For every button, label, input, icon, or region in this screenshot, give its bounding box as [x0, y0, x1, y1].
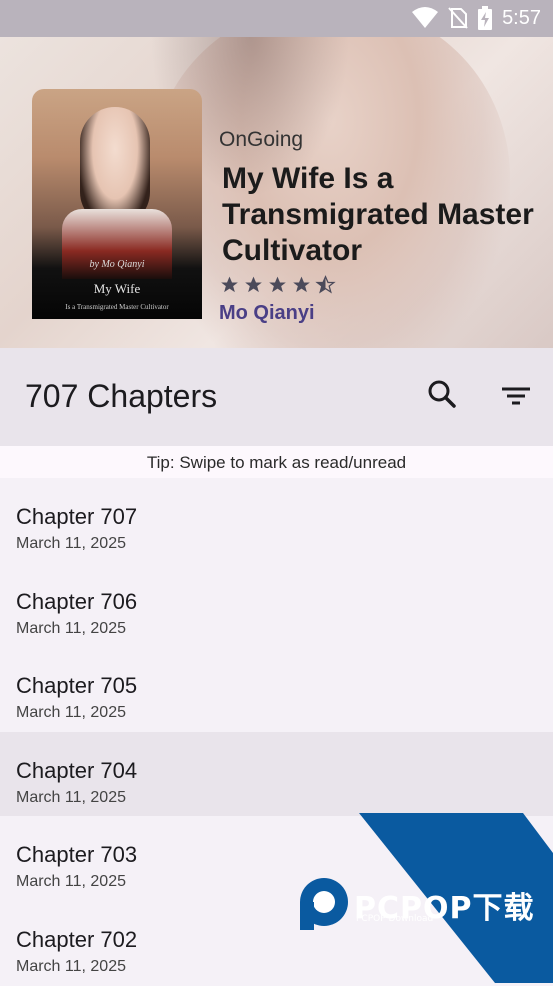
cover-author-text: by Mo Qianyi	[89, 259, 145, 270]
chapter-title: Chapter 705	[16, 673, 138, 699]
chapter-date: March 11, 2025	[16, 957, 126, 975]
book-status: OnGoing	[219, 128, 304, 151]
swipe-tip: Tip: Swipe to mark as read/unread	[0, 446, 553, 478]
chapter-title: Chapter 707	[16, 504, 138, 529]
chapter-row[interactable]: Chapter 704 March 11, 2025	[0, 731, 553, 817]
chapters-toolbar: 707 Chapters	[0, 348, 553, 446]
chapter-row[interactable]: Chapter 702 March 11, 2025	[0, 901, 553, 986]
star-icon	[221, 276, 238, 293]
book-cover[interactable]: by Mo Qianyi My Wife Is a Transmigrated …	[32, 89, 202, 319]
cover-title-text: My Wife	[93, 281, 141, 296]
wifi-icon	[412, 7, 439, 28]
book-title: My Wife Is a Transmigrated Master Cultiv…	[222, 162, 534, 267]
search-icon	[428, 380, 456, 408]
chapter-title: Chapter 706	[16, 588, 138, 614]
star-icon	[293, 276, 310, 293]
chapter-list: Chapter 707 March 11, 2025 Chapter 706 M…	[0, 478, 553, 986]
cover-subtitle-text: Is a Transmigrated Master Cultivator	[65, 303, 169, 311]
clock: 5:57	[502, 6, 541, 29]
chapter-date: March 11, 2025	[16, 619, 126, 637]
filter-icon	[502, 387, 530, 405]
chapter-title: Chapter 704	[16, 757, 138, 783]
battery-charging-icon	[478, 6, 493, 30]
chapter-date: March 11, 2025	[16, 535, 126, 552]
chapter-row[interactable]: Chapter 703 March 11, 2025	[0, 816, 553, 901]
rating-stars	[219, 275, 336, 295]
status-bar: 5:57	[0, 0, 553, 37]
no-sim-icon	[448, 7, 468, 29]
book-author[interactable]: Mo Qianyi	[219, 302, 315, 325]
chapter-date: March 11, 2025	[16, 704, 126, 722]
chapter-date: March 11, 2025	[16, 788, 126, 806]
chapter-title: Chapter 703	[16, 842, 138, 868]
chapter-count: 707 Chapters	[25, 378, 218, 414]
chapter-row[interactable]: Chapter 705 March 11, 2025	[0, 647, 553, 732]
status-icons: 5:57	[412, 6, 541, 30]
chapter-date: March 11, 2025	[16, 873, 126, 891]
half-star-icon	[315, 275, 336, 294]
search-button[interactable]	[424, 377, 460, 413]
chapter-row[interactable]: Chapter 707 March 11, 2025	[0, 478, 553, 563]
star-icon	[269, 276, 286, 293]
star-icon	[245, 276, 262, 293]
chapter-row[interactable]: Chapter 706 March 11, 2025	[0, 563, 553, 648]
filter-button[interactable]	[498, 377, 534, 413]
chapter-title: Chapter 702	[16, 926, 138, 952]
